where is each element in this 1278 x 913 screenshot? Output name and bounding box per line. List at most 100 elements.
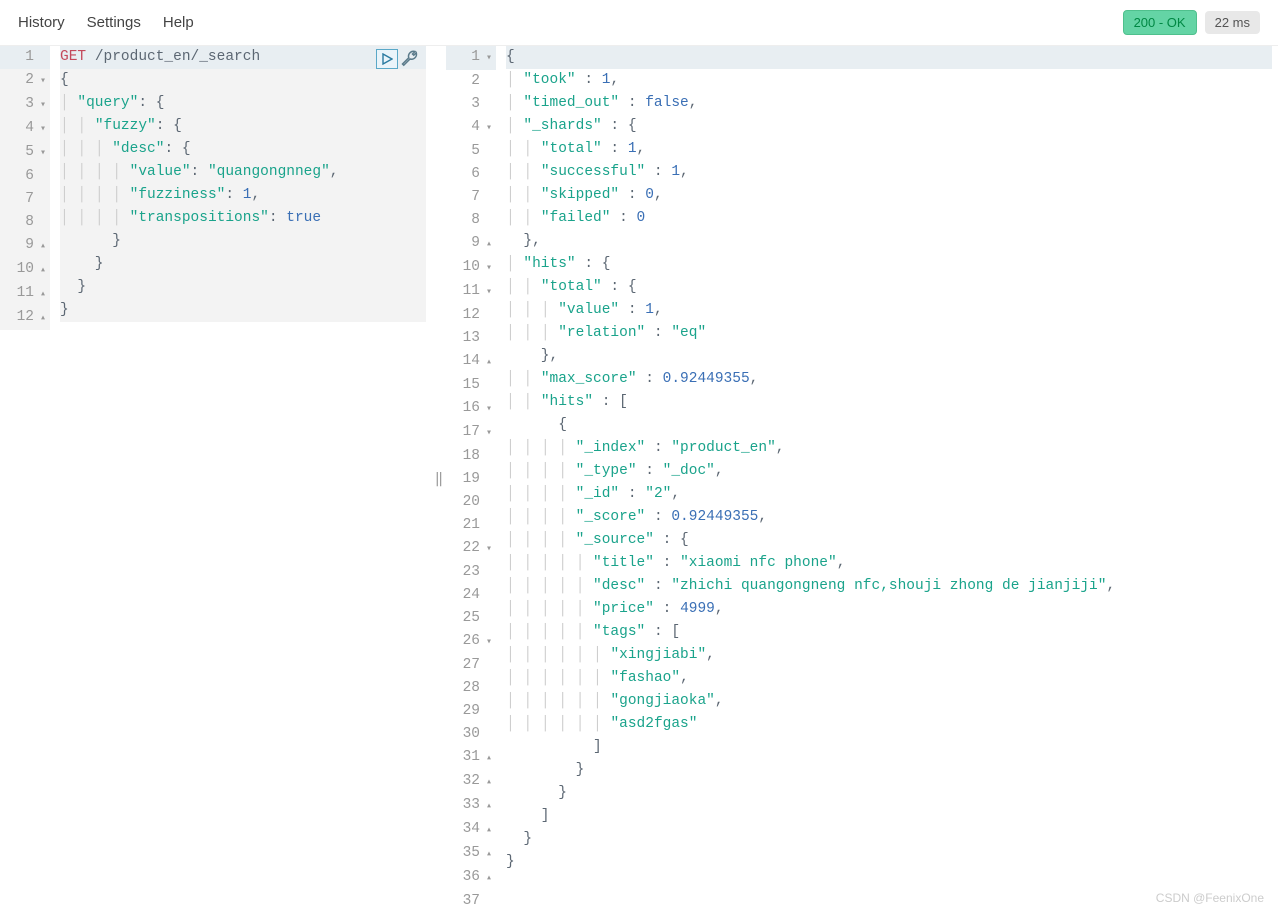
code-line[interactable]: │ │ "hits" : [ <box>506 391 1272 414</box>
menu-settings[interactable]: Settings <box>87 14 141 31</box>
code-line[interactable]: │ │ │ │ "_source" : { <box>506 529 1272 552</box>
code-line[interactable]: │ │ │ │ "fuzziness": 1, <box>60 184 426 207</box>
code-line[interactable]: } <box>60 253 426 276</box>
code-line[interactable]: │ "timed_out" : false, <box>506 92 1272 115</box>
response-pane[interactable]: 1▾234▾56789▴10▾11▾121314▴1516▾17▾1819202… <box>446 46 1278 913</box>
gutter-line: 9▴ <box>446 232 496 256</box>
pane-splitter[interactable]: ‖ <box>432 46 446 913</box>
gutter-line: 28 <box>446 677 496 700</box>
gutter-line: 25 <box>446 607 496 630</box>
code-line[interactable]: } <box>60 276 426 299</box>
code-line[interactable]: │ │ │ │ "value": "quangongnneg", <box>60 161 426 184</box>
watermark: CSDN @FeenixOne <box>1156 891 1264 905</box>
code-line[interactable]: │ │ │ │ "_index" : "product_en", <box>506 437 1272 460</box>
gutter-line: 10▾ <box>446 256 496 280</box>
gutter-line: 24 <box>446 584 496 607</box>
timing-badge: 22 ms <box>1205 11 1260 34</box>
code-line[interactable]: │ │ "successful" : 1, <box>506 161 1272 184</box>
gutter-line: 20 <box>446 491 496 514</box>
gutter-line: 1▾ <box>446 46 496 70</box>
code-line[interactable]: │ │ │ │ "_id" : "2", <box>506 483 1272 506</box>
code-line[interactable]: { <box>60 69 426 92</box>
code-line[interactable]: │ │ │ │ │ │ "xingjiabi", <box>506 644 1272 667</box>
code-line[interactable]: } <box>60 299 426 322</box>
gutter-line: 11▴ <box>0 282 50 306</box>
code-line[interactable]: } <box>506 851 1272 874</box>
gutter-line: 1 <box>0 46 50 69</box>
gutter-line: 26▾ <box>446 630 496 654</box>
gutter-line: 2 <box>446 70 496 93</box>
menu-help[interactable]: Help <box>163 14 194 31</box>
gutter-line: 4▾ <box>0 117 50 141</box>
wrench-button[interactable] <box>400 49 420 69</box>
code-line[interactable]: │ │ │ "relation" : "eq" <box>506 322 1272 345</box>
play-icon <box>381 53 393 65</box>
code-line[interactable]: │ │ │ │ │ "title" : "xiaomi nfc phone", <box>506 552 1272 575</box>
gutter-line: 36▴ <box>446 866 496 890</box>
menubar: History Settings Help 200 - OK 22 ms <box>0 0 1278 46</box>
code-line[interactable]: │ │ │ │ │ "tags" : [ <box>506 621 1272 644</box>
run-button[interactable] <box>376 49 398 69</box>
code-line[interactable]: │ │ │ │ "_score" : 0.92449355, <box>506 506 1272 529</box>
code-line[interactable]: │ │ │ │ │ │ "gongjiaoka", <box>506 690 1272 713</box>
code-line[interactable]: │ │ │ "desc": { <box>60 138 426 161</box>
code-line[interactable]: } <box>60 230 426 253</box>
code-line[interactable]: │ │ │ │ │ │ "asd2fgas" <box>506 713 1272 736</box>
code-line[interactable]: }, <box>506 345 1272 368</box>
gutter-line: 6 <box>0 165 50 188</box>
code-line[interactable]: } <box>506 759 1272 782</box>
status-badge: 200 - OK <box>1123 10 1197 35</box>
gutter-line: 29 <box>446 700 496 723</box>
gutter-line: 35▴ <box>446 842 496 866</box>
code-line[interactable]: { <box>506 46 1272 69</box>
gutter-line: 37 <box>446 890 496 913</box>
gutter-line: 14▴ <box>446 350 496 374</box>
gutter-line: 7 <box>0 188 50 211</box>
code-line[interactable]: │ "hits" : { <box>506 253 1272 276</box>
code-line[interactable]: │ "query": { <box>60 92 426 115</box>
code-line[interactable]: │ "took" : 1, <box>506 69 1272 92</box>
code-line[interactable]: │ │ │ "value" : 1, <box>506 299 1272 322</box>
gutter-line: 9▴ <box>0 234 50 258</box>
gutter-line: 7 <box>446 186 496 209</box>
request-pane[interactable]: 12▾3▾4▾5▾6789▴10▴11▴12▴GET /product_en/_… <box>0 46 432 913</box>
gutter-line: 8 <box>0 211 50 234</box>
gutter-line: 19 <box>446 468 496 491</box>
code-line[interactable]: │ │ │ │ │ "desc" : "zhichi quangongneng … <box>506 575 1272 598</box>
gutter-line: 6 <box>446 163 496 186</box>
menu-history[interactable]: History <box>18 14 65 31</box>
gutter-line: 21 <box>446 514 496 537</box>
code-line[interactable]: │ │ "max_score" : 0.92449355, <box>506 368 1272 391</box>
code-line[interactable]: │ │ "skipped" : 0, <box>506 184 1272 207</box>
gutter-line: 31▴ <box>446 746 496 770</box>
code-line[interactable]: GET /product_en/_search <box>60 46 426 69</box>
code-line[interactable]: │ │ │ │ │ "price" : 4999, <box>506 598 1272 621</box>
code-line[interactable]: }, <box>506 230 1272 253</box>
code-line[interactable]: │ │ │ │ "transpositions": true <box>60 207 426 230</box>
gutter-line: 22▾ <box>446 537 496 561</box>
code-line[interactable]: │ │ "total" : 1, <box>506 138 1272 161</box>
code-line[interactable]: ] <box>506 805 1272 828</box>
gutter-line: 33▴ <box>446 794 496 818</box>
wrench-icon <box>400 49 420 69</box>
gutter-line: 12▴ <box>0 306 50 330</box>
gutter-line: 5 <box>446 140 496 163</box>
gutter-line: 4▾ <box>446 116 496 140</box>
code-line[interactable]: │ │ │ │ │ │ "fashao", <box>506 667 1272 690</box>
gutter-line: 8 <box>446 209 496 232</box>
code-line[interactable]: { <box>506 414 1272 437</box>
code-line[interactable]: } <box>506 828 1272 851</box>
code-line[interactable]: │ "_shards" : { <box>506 115 1272 138</box>
gutter-line: 13 <box>446 327 496 350</box>
code-line[interactable]: } <box>506 782 1272 805</box>
gutter-line: 27 <box>446 654 496 677</box>
code-line[interactable]: │ │ "failed" : 0 <box>506 207 1272 230</box>
gutter-line: 2▾ <box>0 69 50 93</box>
code-line[interactable]: ] <box>506 736 1272 759</box>
code-line[interactable]: │ │ │ │ "_type" : "_doc", <box>506 460 1272 483</box>
code-line[interactable]: │ │ "fuzzy": { <box>60 115 426 138</box>
gutter-line: 15 <box>446 374 496 397</box>
code-line[interactable]: │ │ "total" : { <box>506 276 1272 299</box>
gutter-line: 5▾ <box>0 141 50 165</box>
gutter-line: 12 <box>446 304 496 327</box>
